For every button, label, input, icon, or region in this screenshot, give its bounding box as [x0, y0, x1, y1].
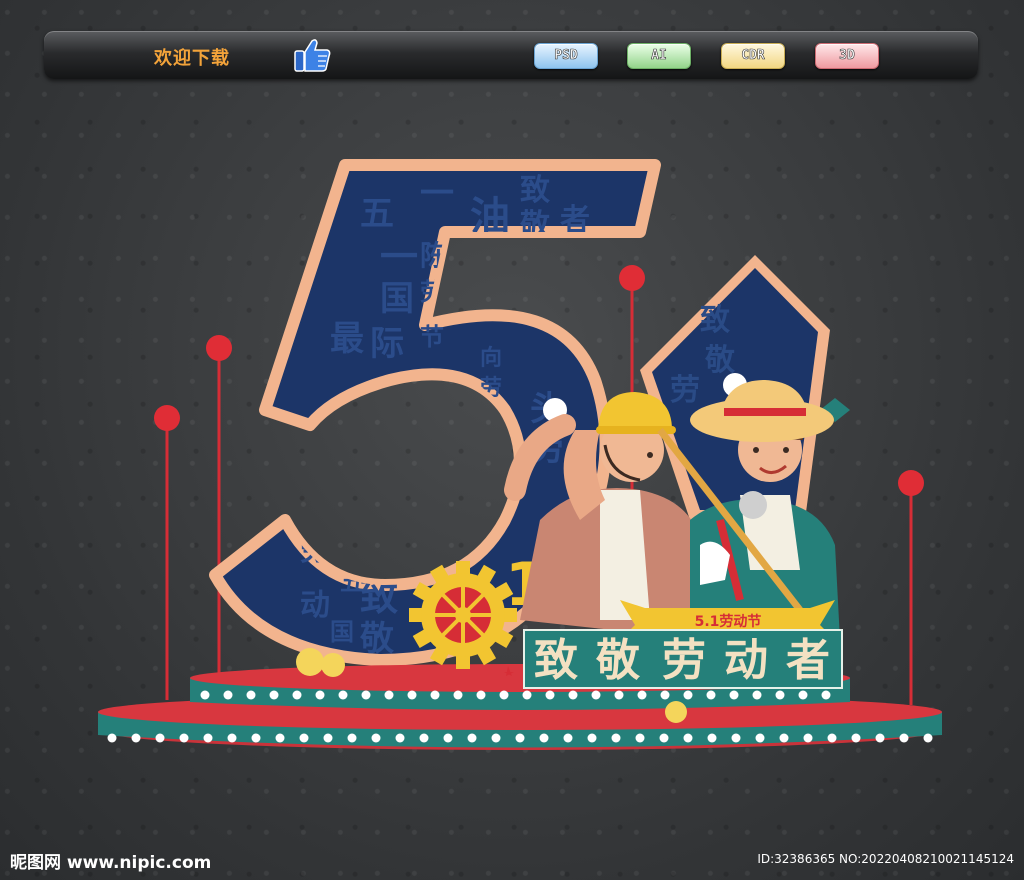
light-dot	[419, 733, 429, 743]
light-dot	[407, 690, 417, 700]
watermark-id: ID:32386365 NO:20220408210021145124	[757, 852, 1014, 866]
light-dot	[338, 690, 348, 700]
light-dot	[731, 733, 741, 743]
light-dot	[683, 733, 693, 743]
light-dot	[299, 733, 309, 743]
light-dot	[591, 690, 601, 700]
svg-text:际: 际	[370, 324, 404, 364]
light-dot	[729, 690, 739, 700]
light-dot	[315, 690, 325, 700]
svg-text:致: 致	[700, 303, 730, 338]
svg-text:向: 向	[480, 345, 502, 371]
light-dot	[491, 733, 501, 743]
svg-text:致: 致	[520, 173, 550, 208]
light-dot	[179, 733, 189, 743]
light-dot	[107, 733, 117, 743]
light-dot	[875, 733, 885, 743]
svg-text:敬: 敬	[359, 619, 395, 659]
light-dot	[203, 733, 213, 743]
light-dot	[851, 733, 861, 743]
light-dot	[467, 733, 477, 743]
light-dot	[587, 733, 597, 743]
svg-text:国: 国	[380, 279, 414, 319]
svg-text:敬: 敬	[595, 635, 641, 686]
svg-text:劳: 劳	[670, 373, 700, 408]
light-dot	[775, 690, 785, 700]
svg-text:国: 国	[330, 618, 354, 646]
light-dot	[246, 690, 256, 700]
light-dot	[347, 733, 357, 743]
headline-boxes: 致 敬 劳 动 者	[504, 629, 843, 689]
light-dot	[361, 690, 371, 700]
watermark-site: 昵图网 www.nipic.com	[10, 853, 212, 873]
svg-text:敬: 敬	[704, 343, 736, 378]
light-dot	[515, 733, 525, 743]
light-dot	[155, 733, 165, 743]
light-dot	[755, 733, 765, 743]
light-dot	[223, 690, 233, 700]
light-dot	[614, 690, 624, 700]
light-dot	[499, 690, 509, 700]
light-dot	[384, 690, 394, 700]
svg-text:一: 一	[380, 235, 418, 279]
light-dot	[659, 733, 669, 743]
light-dot	[706, 690, 716, 700]
light-dot	[251, 733, 261, 743]
light-dot	[568, 690, 578, 700]
svg-text:者: 者	[786, 635, 830, 686]
light-dot	[200, 690, 210, 700]
light-dot	[453, 690, 463, 700]
light-dot	[323, 733, 333, 743]
light-dot	[269, 690, 279, 700]
light-dot	[683, 690, 693, 700]
light-dot	[430, 690, 440, 700]
light-dot	[131, 733, 141, 743]
svg-text:最: 最	[330, 319, 364, 359]
light-dot	[798, 690, 808, 700]
light-dot	[476, 690, 486, 700]
light-dot	[545, 690, 555, 700]
light-dot	[292, 690, 302, 700]
svg-text:一: 一	[420, 174, 454, 214]
light-dot	[803, 733, 813, 743]
svg-text:陈: 陈	[300, 493, 330, 528]
svg-text:动: 动	[300, 588, 330, 623]
light-dot	[827, 733, 837, 743]
svg-text:动: 动	[724, 635, 768, 686]
light-dot	[371, 733, 381, 743]
light-dot	[821, 690, 831, 700]
svg-text:节: 节	[420, 323, 444, 351]
light-dot	[660, 690, 670, 700]
light-dot	[227, 733, 237, 743]
light-dot	[611, 733, 621, 743]
svg-text:五: 五	[360, 194, 394, 234]
light-dot	[443, 733, 453, 743]
light-dot	[707, 733, 717, 743]
light-dot	[779, 733, 789, 743]
light-dot	[635, 733, 645, 743]
light-dot	[899, 733, 909, 743]
svg-text:致: 致	[534, 635, 578, 686]
light-dot	[923, 733, 933, 743]
light-dot	[395, 733, 405, 743]
light-dot	[637, 690, 647, 700]
svg-text:劳: 劳	[662, 635, 706, 686]
light-dot	[539, 733, 549, 743]
light-dot	[752, 690, 762, 700]
poster-artwork: 致 敬 劳 五 一 油 致 者 敬 一 陈 国 最 际 节 劳 向 劳 头 劳 …	[98, 159, 942, 750]
light-dot	[563, 733, 573, 743]
ribbon-text: 5.1劳动节	[695, 613, 762, 630]
light-dot	[522, 690, 532, 700]
light-dot	[275, 733, 285, 743]
